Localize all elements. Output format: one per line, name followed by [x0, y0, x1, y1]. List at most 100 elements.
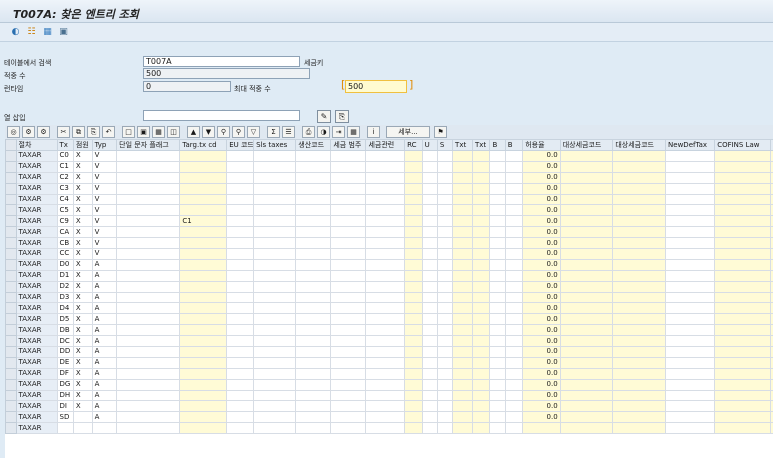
table-row[interactable]: TAXAR CA X V 0.0	[5, 226, 773, 239]
subtotal-icon[interactable]: ☰	[282, 126, 295, 138]
row-selector[interactable]	[5, 171, 17, 184]
select-all-icon[interactable]: ◎	[7, 126, 20, 138]
column-header[interactable]: Txt	[471, 139, 491, 151]
row-selector[interactable]	[5, 356, 17, 369]
insert-row-icon[interactable]: ▣	[137, 126, 150, 138]
column-header[interactable]: 생산코드	[295, 139, 332, 151]
column-header[interactable]: 허용율	[522, 139, 561, 151]
column-header[interactable]: COFINS Law	[714, 139, 772, 151]
row-selector[interactable]	[5, 160, 17, 173]
table-row[interactable]: TAXAR DF X A 0.0	[5, 367, 773, 380]
table-row[interactable]: TAXAR CC X V 0.0	[5, 248, 773, 260]
layout-grid-icon[interactable]: ▦	[347, 126, 360, 138]
row-selector[interactable]	[5, 150, 17, 162]
table-row[interactable]: TAXAR DB X A 0.0	[5, 324, 773, 337]
remove-column-icon[interactable]: ⎘	[335, 110, 349, 123]
row-selector[interactable]	[5, 335, 17, 348]
row-selector[interactable]	[5, 269, 17, 282]
table-row[interactable]: TAXAR CB X V 0.0	[5, 237, 773, 250]
column-header[interactable]: 대상세금코드	[612, 139, 667, 151]
notification-icon[interactable]: ⚑	[434, 126, 447, 138]
row-selector[interactable]	[5, 182, 17, 195]
row-selector[interactable]	[5, 215, 17, 228]
delete-row-icon[interactable]: ▦	[152, 126, 165, 138]
undo-icon[interactable]: ↶	[102, 126, 115, 138]
row-selector[interactable]	[5, 367, 17, 380]
sort-desc-icon[interactable]: ▼	[202, 126, 215, 138]
column-header[interactable]: S	[436, 139, 454, 151]
copy-icon[interactable]: ⧉	[72, 126, 85, 138]
insert-column-icon[interactable]: ✎	[317, 110, 331, 123]
row-selector[interactable]	[5, 313, 17, 326]
table-field[interactable]: T007A	[143, 56, 300, 67]
print-icon[interactable]: ⎙	[302, 126, 315, 138]
column-header[interactable]: U	[421, 139, 438, 151]
table-row[interactable]: TAXAR DG X A 0.0	[5, 378, 773, 391]
column-header[interactable]: RC	[404, 139, 423, 151]
table-row[interactable]: TAXAR D1 X A 0.0	[5, 269, 773, 282]
row-selector[interactable]	[5, 258, 17, 271]
info-icon[interactable]: i	[367, 126, 380, 138]
column-header[interactable]: Targ.tx cd	[179, 139, 228, 151]
column-field[interactable]	[143, 110, 300, 121]
max-hits-field[interactable]: 500	[345, 80, 407, 93]
row-selector[interactable]	[5, 324, 17, 337]
table-row[interactable]: TAXAR C2 X V 0.0	[5, 171, 773, 184]
row-selector[interactable]	[5, 378, 17, 391]
column-header[interactable]: NewDefTax	[665, 139, 716, 151]
row-selector[interactable]	[5, 248, 17, 260]
row-selector[interactable]	[5, 204, 17, 217]
details-button[interactable]: 세부...	[386, 126, 430, 138]
table-row[interactable]: TAXAR D2 X A 0.0	[5, 280, 773, 293]
table-row[interactable]: TAXAR SD A 0.0	[5, 411, 773, 424]
column-header[interactable]: B	[489, 139, 506, 151]
column-header[interactable]: B	[504, 139, 524, 151]
duplicate-row-icon[interactable]: ◫	[167, 126, 180, 138]
table-row[interactable]: TAXAR DH X A 0.0	[5, 389, 773, 402]
row-selector[interactable]	[5, 226, 17, 239]
column-header[interactable]: 세금 범주	[330, 139, 367, 151]
filter-set-icon[interactable]: ▽	[247, 126, 260, 138]
column-header[interactable]: Tx	[56, 139, 74, 151]
row-selector[interactable]	[5, 280, 17, 293]
paste-icon[interactable]: ⎘	[87, 126, 100, 138]
column-header[interactable]: Typ	[91, 139, 118, 151]
row-selector[interactable]	[5, 422, 17, 435]
detail-icon[interactable]: ◐	[10, 27, 21, 38]
table-row[interactable]: TAXAR D5 X A 0.0	[5, 313, 773, 326]
row-selector[interactable]	[5, 237, 17, 250]
column-header[interactable]: 절차	[15, 139, 58, 151]
row-selector[interactable]	[5, 400, 17, 413]
table-row[interactable]: TAXAR DE X A 0.0	[5, 356, 773, 369]
table-row[interactable]: TAXAR C5 X V 0.0	[5, 204, 773, 217]
row-selector[interactable]	[5, 302, 17, 315]
table-row[interactable]: TAXAR C3 X V 0.0	[5, 182, 773, 195]
column-header[interactable]: 단일 문자 플래그	[116, 139, 181, 151]
filter-icon[interactable]: ⚙	[22, 126, 35, 138]
column-header[interactable]: Sls taxes	[253, 139, 297, 151]
new-row-icon[interactable]: □	[122, 126, 135, 138]
column-header[interactable]: 점원	[72, 139, 93, 151]
cut-icon[interactable]: ✂	[57, 126, 70, 138]
column-header[interactable]: EU 코드	[226, 139, 255, 151]
table-row[interactable]: TAXAR	[5, 422, 773, 435]
table-row[interactable]: TAXAR C0 X V 0.0	[5, 150, 773, 162]
table-row[interactable]: TAXAR C9 X V C1 0.0	[5, 215, 773, 228]
table-row[interactable]: TAXAR D0 X A 0.0	[5, 258, 773, 271]
row-selector[interactable]	[5, 411, 17, 424]
column-header[interactable]: 세금관련	[365, 139, 406, 151]
table-row[interactable]: TAXAR DD X A 0.0	[5, 346, 773, 358]
row-selector[interactable]	[5, 193, 17, 206]
column-header[interactable]: 대상세금코드	[559, 139, 614, 151]
layout-icon[interactable]: ▦	[42, 27, 53, 38]
sort-asc-icon[interactable]: ▲	[187, 126, 200, 138]
find-icon[interactable]: ⚲	[217, 126, 230, 138]
tree-icon[interactable]: ☷	[26, 27, 37, 38]
view-icon[interactable]: ◑	[317, 126, 330, 138]
table-row[interactable]: TAXAR C1 X V 0.0	[5, 160, 773, 173]
settings-icon[interactable]: ⚙	[37, 126, 50, 138]
column-header[interactable]: Txt	[452, 139, 473, 151]
table-row[interactable]: TAXAR C4 X V 0.0	[5, 193, 773, 206]
select-all-cell[interactable]	[5, 139, 17, 151]
row-selector[interactable]	[5, 291, 17, 304]
